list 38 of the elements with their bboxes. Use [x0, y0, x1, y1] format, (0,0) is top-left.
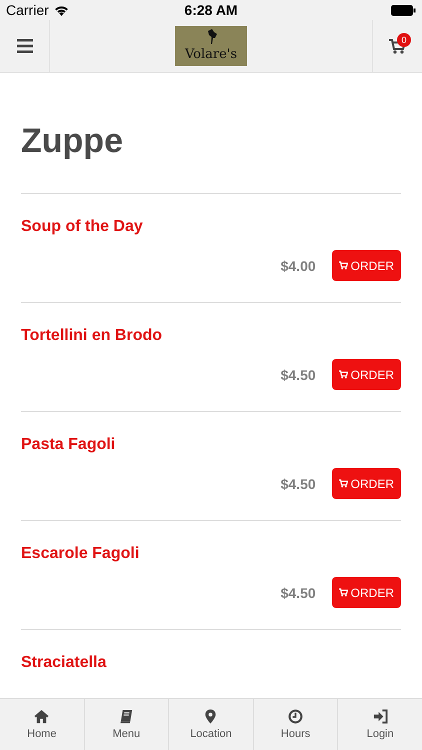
section-title: Zuppe [21, 73, 401, 194]
cart-icon [338, 588, 348, 597]
restaurant-logo: Volare's [175, 26, 247, 66]
carrier-label: Carrier [6, 2, 49, 18]
dish-name: Tortellini en Brodo [21, 326, 162, 346]
dish-price: $4.00 [280, 258, 316, 274]
order-button[interactable]: ORDER [332, 250, 401, 281]
cart-icon [338, 261, 348, 270]
tab-bar-item[interactable]: Menu [84, 699, 170, 750]
tab-bar-item[interactable]: Hours [254, 699, 338, 750]
pin-icon [203, 709, 218, 724]
wifi-icon [54, 4, 69, 16]
status-time: 6:28 AM [184, 2, 238, 18]
dish-price: $4.50 [280, 584, 316, 600]
order-button[interactable]: ORDER [332, 577, 401, 608]
flower-icon [205, 29, 219, 45]
cart-icon [338, 479, 348, 488]
menu-icon [16, 39, 32, 53]
dish-price: $4.50 [280, 476, 316, 492]
tab-bar-item[interactable]: Login [338, 699, 422, 750]
home-icon [34, 709, 50, 724]
dish-name: Pasta Fagoli [21, 435, 116, 455]
dish-price: $4.50 [280, 366, 316, 382]
dish-name: Straciatella [21, 653, 106, 673]
dish-name: Soup of the Day [21, 217, 143, 237]
tab-bar-item[interactable]: Home [0, 699, 85, 750]
dish-name: Escarole Fagoli [21, 544, 140, 564]
book-icon [118, 709, 134, 724]
cart-count-badge: 0 [397, 33, 411, 47]
order-button[interactable]: ORDER [332, 468, 401, 499]
login-icon [372, 709, 388, 724]
cart-icon [389, 38, 406, 54]
tab-bar-item[interactable]: Location [169, 699, 254, 750]
clock-icon [288, 709, 304, 724]
cart-icon [338, 370, 348, 379]
order-button[interactable]: ORDER [332, 359, 401, 390]
cart-button[interactable]: 0 [372, 20, 422, 72]
battery-icon [391, 4, 416, 16]
